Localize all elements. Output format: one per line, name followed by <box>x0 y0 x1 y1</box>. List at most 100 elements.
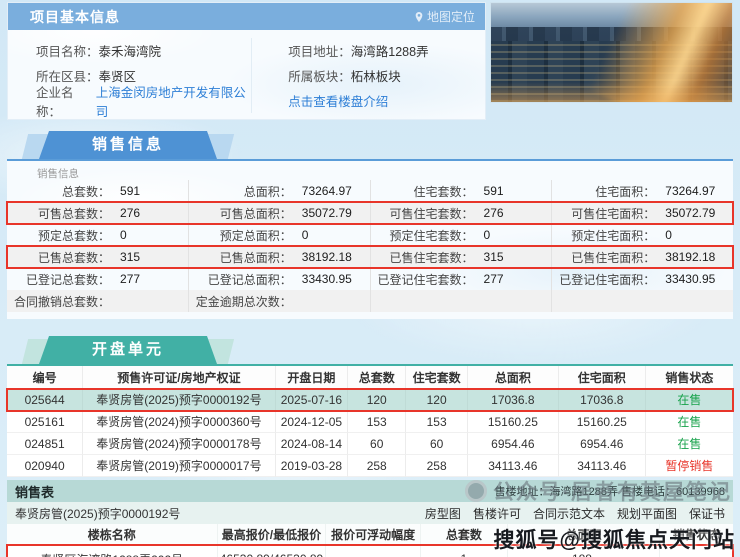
map-pin-icon <box>414 12 424 22</box>
cell: 46530.89/46530.89 <box>218 545 327 557</box>
cell-value: 35072.79 <box>292 206 352 220</box>
column-header: 编号 <box>7 366 83 389</box>
cell-label: 预定住宅面积： <box>552 227 655 244</box>
sales-info-row: 已售总套数：315已售总面积：38192.18已售住宅套数：315已售住宅面积：… <box>7 246 733 268</box>
cell-value: 38192.18 <box>655 250 715 264</box>
doc-link[interactable]: 售楼许可 <box>473 505 521 522</box>
cell-value: 33430.95 <box>292 272 352 286</box>
cell-value: 35072.79 <box>655 206 715 220</box>
column-header: 预售许可证/房地产权证 <box>83 366 275 389</box>
map-locate-label: 地图定位 <box>427 8 475 25</box>
sales-info-row: 预定总套数：0预定总面积：0预定住宅套数：0预定住宅面积：0 <box>7 224 733 246</box>
cell: 188. <box>508 545 660 557</box>
cell-label: 已售总套数： <box>7 249 110 266</box>
opening-unit-row[interactable]: 024851奉贤房管(2024)预字0000178号2024-08-146060… <box>7 433 733 455</box>
opening-units-header-row: 编号预售许可证/房地产权证开盘日期总套数住宅套数总面积住宅面积销售状态 <box>7 366 733 389</box>
doc-link[interactable]: 规划平面图 <box>617 505 677 522</box>
cell-label: 已售住宅套数： <box>371 249 474 266</box>
column-header: 住宅套数 <box>406 366 468 389</box>
sales-info-cell: 已售住宅面积：38192.18 <box>552 246 733 268</box>
cell-value: 73264.97 <box>292 184 352 198</box>
cell-value: 0 <box>110 228 127 242</box>
cell-label: 合同撤销总套数： <box>7 293 110 310</box>
cell-value: 591 <box>474 184 504 198</box>
cell-label: 已登记总套数： <box>7 271 110 288</box>
page-title: 项目基本信息 <box>30 7 120 27</box>
sales-info-row: 总套数：591总面积：73264.97住宅套数：591住宅面积：73264.97 <box>7 180 733 202</box>
unit-cell: 2019-03-28 <box>276 455 349 477</box>
sales-info-cell: 总面积：73264.97 <box>189 180 371 202</box>
tab-opening-units-label: 开盘单元 <box>39 336 217 364</box>
unit-cell: 15160.25 <box>468 411 559 433</box>
unit-cell: 60 <box>348 433 406 455</box>
unit-cell: 2025-07-16 <box>276 389 349 411</box>
sales-table-header-bar: 销售表 售楼地址：海湾路1288弄 售楼电话：60139968 <box>7 480 733 502</box>
unit-cell: 17036.8 <box>468 389 559 411</box>
cell-label: 总套数： <box>7 183 110 200</box>
opening-unit-row[interactable]: 020940奉贤房管(2019)预字0000017号2019-03-282582… <box>7 455 733 477</box>
sales-info-cell: 可售住宅套数：276 <box>371 202 553 224</box>
column-header: 总面积 <box>468 366 559 389</box>
opening-units-panel: 编号预售许可证/房地产权证开盘日期总套数住宅套数总面积住宅面积销售状态02564… <box>7 364 733 477</box>
cell-value: 315 <box>110 250 140 264</box>
unit-cell: 17036.8 <box>559 389 646 411</box>
doc-link[interactable]: 保证书 <box>689 505 725 522</box>
cell-value: 315 <box>474 250 504 264</box>
status-cell: 在售 <box>646 433 733 455</box>
basic-info-header: 项目基本信息 地图定位 <box>8 3 485 30</box>
project-photo <box>490 2 733 103</box>
field-link[interactable]: 上海金闵房地产开发有限公司 <box>96 82 251 120</box>
basic-info-fields-left: 项目名称：泰禾海湾院所在区县：奉贤区企业名称：上海金闵房地产开发有限公司 <box>8 38 251 113</box>
opening-unit-row[interactable]: 025161奉贤房管(2024)预字0000360号2024-12-051531… <box>7 411 733 433</box>
basic-info-fields: 项目名称：泰禾海湾院所在区县：奉贤区企业名称：上海金闵房地产开发有限公司 项目地… <box>8 30 485 119</box>
unit-cell: 34113.46 <box>559 455 646 477</box>
sales-info-subtitle: 销售信息 <box>7 161 733 180</box>
basic-info-field: 点击查看楼盘介绍 <box>288 88 485 113</box>
cell-label: 预定总面积： <box>189 227 292 244</box>
cell-label: 预定总套数： <box>7 227 110 244</box>
column-header: 住宅面积 <box>559 366 646 389</box>
opening-units-table: 编号预售许可证/房地产权证开盘日期总套数住宅套数总面积住宅面积销售状态02564… <box>7 366 733 477</box>
sales-info-cell <box>371 290 553 312</box>
unit-cell: 120 <box>406 389 468 411</box>
sales-table-section: 销售表 售楼地址：海湾路1288弄 售楼电话：60139968 奉贤房管(202… <box>7 480 733 557</box>
sales-info-cell: 总套数：591 <box>7 180 189 202</box>
cell: 1 <box>421 545 508 557</box>
field-label: 所属板块： <box>288 66 351 85</box>
sales-info-cell: 预定总套数：0 <box>7 224 189 246</box>
unit-cell: 120 <box>348 389 406 411</box>
sales-info-cell: 可售总面积：35072.79 <box>189 202 371 224</box>
unit-cell: 奉贤房管(2024)预字0000360号 <box>83 411 275 433</box>
cell <box>660 545 733 557</box>
field-link[interactable]: 点击查看楼盘介绍 <box>288 91 388 110</box>
cell-label: 住宅面积： <box>552 183 655 200</box>
sales-info-cell: 已登记总面积：33430.95 <box>189 268 371 290</box>
sales-info-cell: 可售总套数：276 <box>7 202 189 224</box>
cell-value: 276 <box>110 206 140 220</box>
top-section: 项目基本信息 地图定位 项目名称：泰禾海湾院所在区县：奉贤区企业名称：上海金闵房… <box>7 2 733 120</box>
sales-office-info: 售楼地址：海湾路1288弄 售楼电话：60139968 <box>495 483 725 499</box>
sales-table-column-headers: 楼栋名称最高报价/最低报价报价可浮动幅度总套数总面积销售状态 <box>7 524 733 545</box>
doc-link[interactable]: 房型图 <box>425 505 461 522</box>
sales-info-row: 合同撤销总套数：定金逾期总次数： <box>7 290 733 312</box>
tab-sales-info[interactable]: 销售信息 <box>23 131 233 159</box>
doc-link[interactable]: 合同示范文本 <box>533 505 605 522</box>
column-header: 销售状态 <box>646 366 733 389</box>
cell <box>326 545 420 557</box>
sales-table-row[interactable]: 奉贤区海湾路1288弄202号46530.89/46530.891188. <box>7 545 733 557</box>
cell-value: 33430.95 <box>655 272 715 286</box>
sales-table-title: 销售表 <box>15 482 54 501</box>
sales-info-panel: 销售信息 总套数：591总面积：73264.97住宅套数：591住宅面积：732… <box>7 159 733 319</box>
tab-sales-info-label: 销售信息 <box>39 131 217 159</box>
unit-cell: 奉贤房管(2019)预字0000017号 <box>83 455 275 477</box>
map-locate-link[interactable]: 地图定位 <box>414 8 475 25</box>
cell-label: 预定住宅套数： <box>371 227 474 244</box>
basic-info-fields-right: 项目地址：海湾路1288弄所属板块：柘林板块点击查看楼盘介绍 <box>251 38 485 113</box>
column-header: 销售状态 <box>660 524 733 544</box>
unit-cell: 153 <box>406 411 468 433</box>
opening-unit-row[interactable]: 025644奉贤房管(2025)预字0000192号2025-07-161201… <box>7 389 733 411</box>
column-header: 开盘日期 <box>276 366 349 389</box>
field-value: 海湾路1288弄 <box>351 41 429 60</box>
tab-opening-units[interactable]: 开盘单元 <box>23 336 233 364</box>
unit-cell: 153 <box>348 411 406 433</box>
